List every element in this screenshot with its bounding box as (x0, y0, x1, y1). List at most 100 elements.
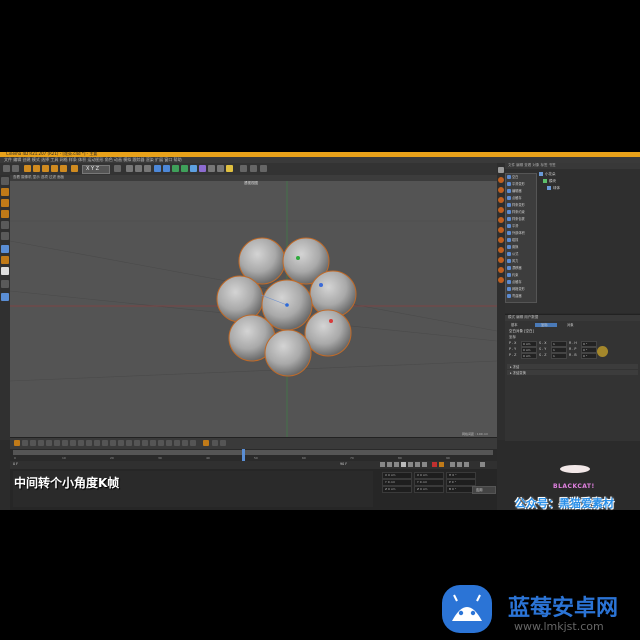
key-icon[interactable] (166, 440, 172, 446)
value-field[interactable]: 0 ° (581, 353, 597, 359)
make-editable-icon[interactable] (1, 177, 9, 185)
record-key-icon[interactable] (432, 462, 437, 467)
perspective-viewport[interactable]: 查看 摄像机 显示 选项 过滤 面板 透视视图 网格间距: 100 cm (10, 175, 497, 437)
floor-icon[interactable] (208, 165, 215, 172)
coordinate-system-icon[interactable] (114, 165, 121, 172)
object-name[interactable]: 小花朵 (545, 172, 556, 177)
rotate-icon[interactable] (51, 165, 58, 172)
menu-item[interactable]: 置换 (512, 244, 518, 249)
autokey-icon[interactable] (203, 440, 209, 446)
edges-mode-icon[interactable] (1, 232, 9, 240)
x-axis-handle[interactable] (329, 319, 333, 323)
object-row[interactable]: 模块 (543, 179, 640, 184)
attribute-menu-items[interactable]: 模式 编辑 用户数据 (508, 315, 538, 320)
attribute-menu[interactable]: 模式 编辑 用户数据 (505, 315, 640, 321)
key-icon[interactable] (126, 440, 132, 446)
petal-sphere[interactable] (264, 329, 312, 377)
enable-axis-icon[interactable] (1, 256, 9, 264)
key-icon[interactable] (150, 440, 156, 446)
play-icon[interactable] (401, 462, 406, 467)
move-key-icon[interactable] (450, 462, 455, 467)
y-axis-handle[interactable] (296, 256, 300, 260)
key-icon[interactable] (174, 440, 180, 446)
coordinates-icon[interactable] (498, 237, 504, 243)
object-row[interactable]: 小花朵 (539, 172, 637, 177)
attributes-icon[interactable] (498, 227, 504, 233)
layers-icon[interactable] (498, 217, 504, 223)
pen-icon[interactable] (163, 165, 170, 172)
key-icon[interactable] (30, 440, 36, 446)
key-icon[interactable] (78, 440, 84, 446)
key-icon[interactable] (38, 440, 44, 446)
polygons-mode-icon[interactable] (1, 245, 9, 253)
tweak-icon[interactable] (1, 267, 9, 275)
coord-field[interactable]: Z 0 cm (382, 486, 412, 493)
coord-field[interactable]: Z 0 cm (414, 486, 444, 493)
next-key-icon[interactable] (415, 462, 420, 467)
tab-basic[interactable]: 基本 (511, 322, 518, 327)
render-view-icon[interactable] (126, 165, 133, 172)
menu-item[interactable]: 网格变形 (512, 286, 525, 291)
menu-item[interactable]: 样条变形 (512, 202, 525, 207)
cloner-icon[interactable] (190, 165, 197, 172)
record-icon[interactable] (14, 440, 20, 446)
pivot-handle[interactable] (285, 303, 289, 307)
texture-mode-icon[interactable] (1, 199, 9, 207)
coord-field[interactable]: Y 0 cm (414, 479, 444, 486)
takes-icon[interactable] (498, 207, 504, 213)
key-icon[interactable] (190, 440, 196, 446)
timeline-icon[interactable] (498, 247, 504, 253)
content-browser-icon[interactable] (498, 177, 504, 183)
render-picture-icon[interactable] (135, 165, 142, 172)
live-select-icon[interactable] (71, 165, 78, 172)
playhead[interactable] (242, 449, 245, 461)
key-icon[interactable] (158, 440, 164, 446)
rotate-key-icon[interactable] (457, 462, 462, 467)
undo-icon[interactable] (3, 165, 10, 172)
petal-sphere[interactable] (304, 309, 352, 357)
structure-icon[interactable] (498, 197, 504, 203)
timeline-menu-icon[interactable] (480, 462, 485, 467)
key-icon[interactable] (212, 440, 218, 446)
layout-icon[interactable] (498, 167, 504, 173)
render-queue-icon[interactable] (498, 267, 504, 273)
workplane-lock-icon[interactable] (1, 293, 9, 301)
prev-key-icon[interactable] (387, 462, 392, 467)
workplane-icon[interactable] (250, 165, 257, 172)
menu-item[interactable]: 漂移器 (512, 265, 522, 270)
viewport-menu-items[interactable]: 查看 摄像机 显示 选项 过滤 面板 (13, 175, 64, 180)
z-axis-handle[interactable] (319, 283, 323, 287)
freeze-transform-group[interactable]: ▸ 冻结变换 (507, 370, 638, 375)
viewport-scene[interactable] (10, 181, 497, 437)
menu-item[interactable]: 空白 (512, 174, 518, 179)
coord-field[interactable]: X 0 cm (382, 472, 412, 479)
script-icon[interactable] (260, 165, 267, 172)
snap-icon[interactable] (240, 165, 247, 172)
prev-frame-icon[interactable] (394, 462, 399, 467)
render-settings-icon[interactable] (144, 165, 151, 172)
model-mode-icon[interactable] (1, 188, 9, 196)
menu-item[interactable]: 公式 (512, 251, 518, 256)
key-icon[interactable] (62, 440, 68, 446)
menu-item[interactable]: 平滑 (512, 223, 518, 228)
menu-item[interactable]: 样条包裹 (512, 216, 525, 221)
goto-start-icon[interactable] (380, 462, 385, 467)
autokey-toggle-icon[interactable] (439, 462, 444, 467)
menu-item[interactable]: 平滑变形 (512, 181, 525, 186)
deformer-dropdown[interactable]: 空白 平滑变形 编辑器 点缓存 样条变形 样条约束 样条包裹 平滑 外部体积 碰… (505, 173, 537, 303)
key-icon[interactable] (220, 440, 226, 446)
object-manager-menu[interactable]: 文件 编辑 查看 对象 标签 书签 (505, 163, 640, 169)
menu-item[interactable]: 约束 (512, 272, 518, 277)
menu-item[interactable]: 弯曲器 (512, 293, 522, 298)
menu-item[interactable]: 碰撞 (512, 237, 518, 242)
menu-item[interactable]: 点缓存 (512, 195, 522, 200)
start-frame[interactable]: 0 F (13, 462, 18, 466)
apply-button[interactable]: 应用 (472, 486, 496, 494)
menu-item[interactable]: 外部体积 (512, 230, 525, 235)
axis-mode-icon[interactable] (1, 210, 9, 218)
key-icon[interactable] (94, 440, 100, 446)
key-icon[interactable] (54, 440, 60, 446)
key-icon[interactable] (182, 440, 188, 446)
subdivision-icon[interactable] (172, 165, 179, 172)
axis-lock-buttons[interactable]: X Y Z (82, 165, 110, 174)
